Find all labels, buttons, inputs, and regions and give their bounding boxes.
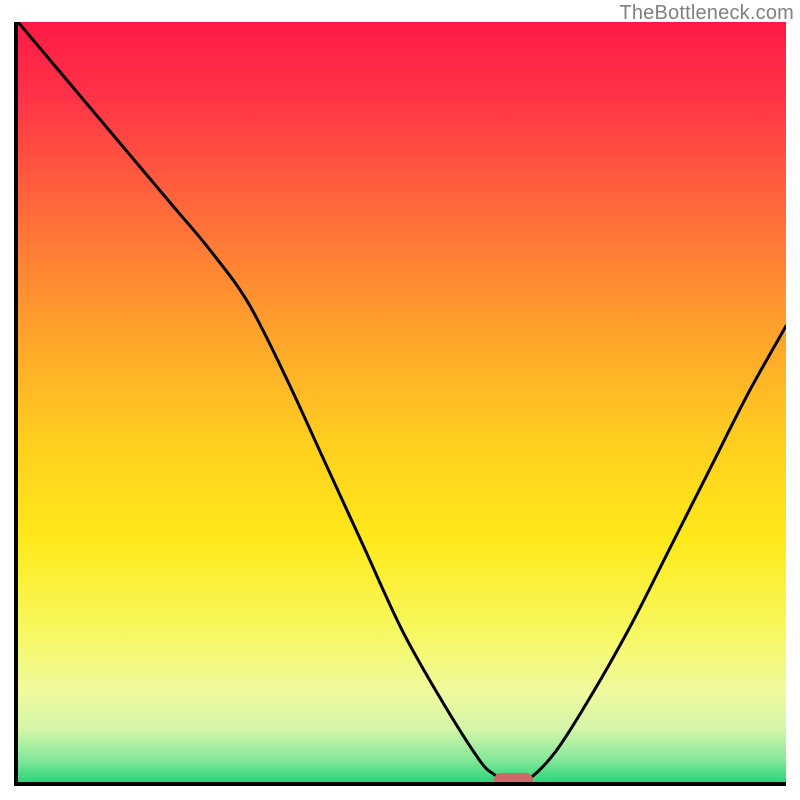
optimum-marker xyxy=(494,773,532,786)
chart-container: TheBottleneck.com xyxy=(0,0,800,800)
watermark-text: TheBottleneck.com xyxy=(619,2,794,25)
bottleneck-curve xyxy=(18,22,786,782)
plot-area xyxy=(14,22,786,786)
